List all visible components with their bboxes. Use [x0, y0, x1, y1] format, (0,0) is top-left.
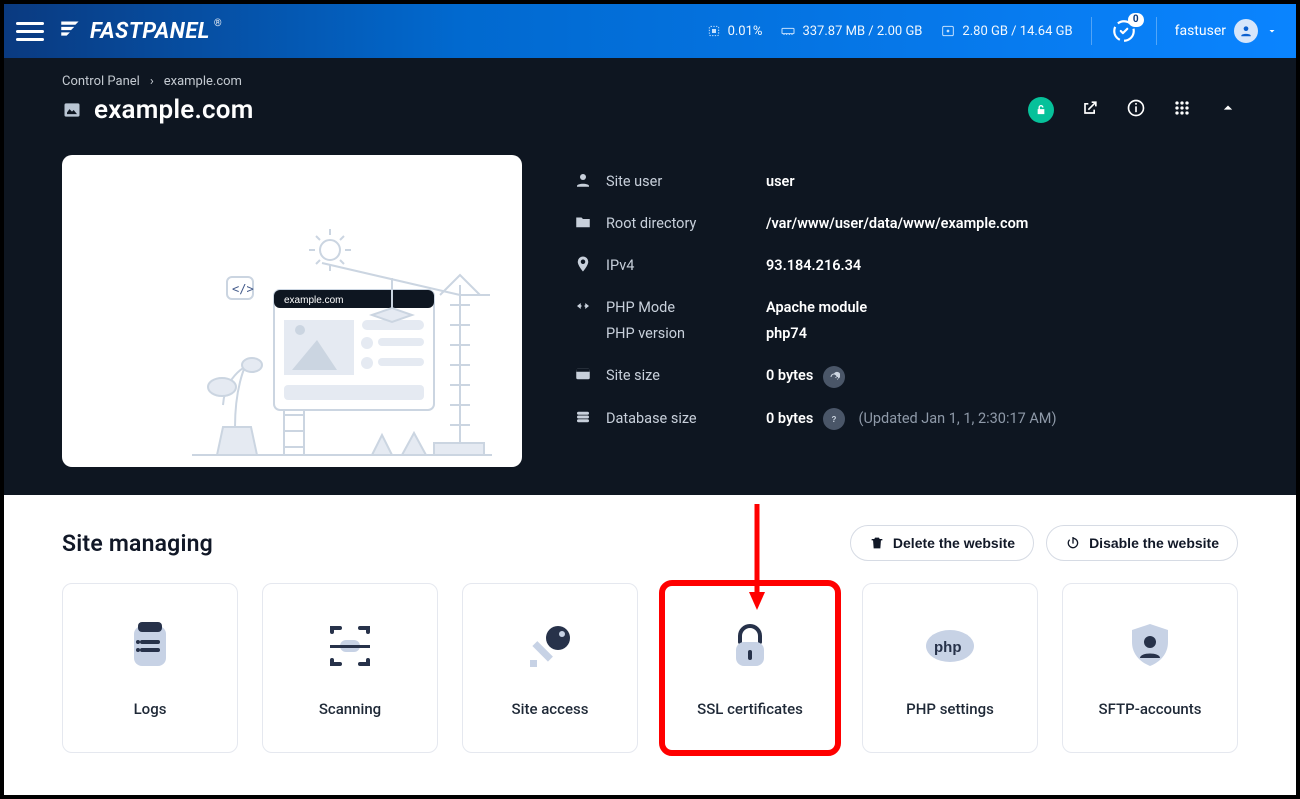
trash-icon — [869, 535, 885, 551]
meta-label: PHP Mode PHP version — [606, 295, 752, 347]
tasks-indicator[interactable]: 0 — [1110, 17, 1138, 45]
shield-user-icon — [1122, 618, 1178, 674]
grid-icon — [1172, 98, 1192, 118]
meta-label: Database size — [606, 406, 752, 432]
stat-cpu: 0.01% — [706, 23, 763, 39]
divider — [1156, 17, 1157, 45]
db-updated-label: (Updated Jan 1, 1, 2:30:17 AM) — [859, 410, 1057, 427]
logs-icon — [122, 618, 178, 674]
breadcrumb-current: example.com — [164, 74, 242, 89]
refresh-size-button[interactable] — [823, 366, 845, 388]
apps-grid-button[interactable] — [1172, 98, 1192, 122]
delete-website-button[interactable]: Delete the website — [850, 525, 1034, 561]
tasks-count-badge: 0 — [1128, 13, 1144, 27]
window-icon — [574, 365, 592, 383]
code-icon — [574, 297, 592, 315]
brand-logo[interactable]: FASTPANEL® — [58, 15, 224, 47]
username-label: fastuser — [1175, 23, 1226, 39]
disable-website-button[interactable]: Disable the website — [1046, 525, 1238, 561]
divider — [1091, 17, 1092, 45]
chevron-down-icon — [1266, 25, 1278, 37]
location-icon — [574, 255, 592, 273]
meta-label: Site user — [606, 169, 752, 195]
meta-value-size: 0 bytes — [766, 363, 845, 389]
ram-icon — [780, 23, 796, 39]
site-info-button[interactable] — [1126, 98, 1146, 122]
disk-icon — [940, 23, 956, 39]
top-bar: FASTPANEL® 0.01% 337.87 MB / 2.00 GB 2.8… — [4, 4, 1296, 58]
user-menu[interactable]: fastuser — [1175, 19, 1278, 43]
site-header-panel: Control Panel › example.com example.com — [4, 58, 1296, 495]
chevron-up-icon — [1218, 98, 1238, 118]
user-icon — [574, 171, 592, 189]
site-thumbnail: example.com — [62, 155, 522, 467]
svg-text:</>: </> — [232, 282, 254, 296]
meta-value-user: user — [766, 169, 795, 195]
meta-label: IPv4 — [606, 253, 752, 279]
site-meta-list: Site user user Root directory /var/www/u… — [574, 155, 1238, 440]
meta-label: Root directory — [606, 211, 752, 237]
scan-icon — [322, 618, 378, 674]
meta-value-root: /var/www/user/data/www/example.com — [766, 211, 1028, 237]
cpu-icon — [706, 23, 722, 39]
stat-ram: 337.87 MB / 2.00 GB — [780, 23, 922, 39]
page-title: example.com — [94, 95, 254, 125]
php-icon: php — [922, 618, 978, 674]
chevron-right-icon: › — [150, 74, 154, 89]
svg-text:example.com: example.com — [284, 295, 343, 306]
hamburger-menu-icon[interactable] — [16, 22, 44, 41]
collapse-button[interactable] — [1218, 98, 1238, 122]
meta-label: Site size — [606, 363, 752, 389]
card-site-access[interactable]: Site access — [462, 583, 638, 753]
lock-icon — [722, 618, 778, 674]
power-icon — [1065, 535, 1081, 551]
db-info-button[interactable]: ? — [823, 408, 845, 430]
info-icon — [1126, 98, 1146, 118]
svg-text:?: ? — [831, 415, 836, 424]
open-site-button[interactable] — [1080, 98, 1100, 122]
external-link-icon — [1080, 98, 1100, 118]
card-logs[interactable]: Logs — [62, 583, 238, 753]
site-managing-section: Site managing Delete the website Disable… — [4, 495, 1296, 795]
breadcrumb: Control Panel › example.com — [62, 74, 1238, 89]
breadcrumb-root[interactable]: Control Panel — [62, 74, 140, 89]
database-icon — [574, 408, 592, 426]
section-title: Site managing — [62, 530, 213, 557]
card-scanning[interactable]: Scanning — [262, 583, 438, 753]
meta-value-php: Apache module php74 — [766, 295, 867, 347]
key-icon — [522, 618, 578, 674]
avatar-icon — [1234, 19, 1258, 43]
stat-disk: 2.80 GB / 14.64 GB — [940, 23, 1072, 39]
ssl-status-badge[interactable] — [1028, 97, 1054, 123]
card-sftp-accounts[interactable]: SFTP-accounts — [1062, 583, 1238, 753]
meta-value-db: 0 bytes ? (Updated Jan 1, 1, 2:30:17 AM) — [766, 406, 1057, 432]
folder-icon — [574, 213, 592, 231]
card-ssl-certificates[interactable]: SSL certificates — [662, 583, 838, 753]
svg-text:php: php — [934, 639, 962, 656]
card-php-settings[interactable]: php PHP settings — [862, 583, 1038, 753]
brand-text: FASTPANEL — [90, 19, 210, 44]
image-icon — [62, 100, 82, 120]
meta-value-ip: 93.184.216.34 — [766, 253, 861, 279]
